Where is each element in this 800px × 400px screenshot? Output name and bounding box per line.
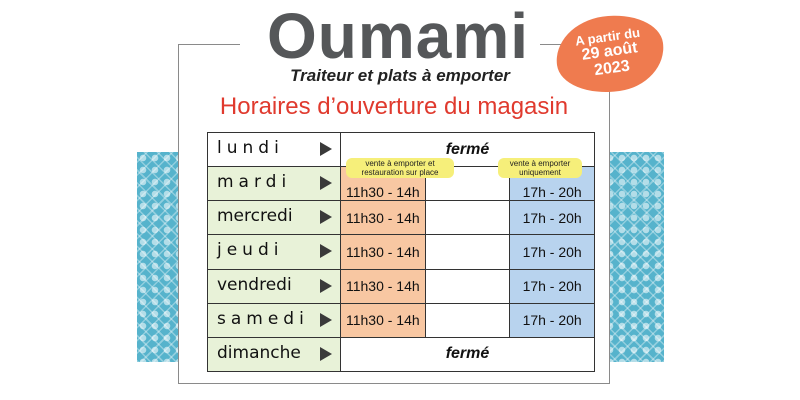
closed-cell: fermé (340, 336, 595, 373)
day-cell: mardi (207, 166, 341, 202)
brand-tagline: Traiteur et plats à emporter (290, 66, 510, 85)
day-cell: lundi (207, 131, 341, 168)
noon-service-note: vente à emporter et restauration sur pla… (346, 158, 454, 178)
evening-hours-cell: 17h - 20h (509, 302, 595, 338)
spacer-cell (424, 268, 511, 304)
evening-hours-cell: 17h - 20h (509, 200, 595, 236)
spacer-cell (424, 200, 511, 236)
table-row: jeudi 11h30 - 14h 17h - 20h (207, 234, 595, 270)
day-cell: mercredi (207, 200, 341, 236)
day-label: jeudi (217, 240, 284, 261)
noon-hours-cell: 11h30 - 14h (340, 234, 426, 270)
evening-hours-cell: 17h - 20h (509, 268, 595, 304)
day-label: lundi (217, 138, 284, 158)
day-cell: vendredi (207, 268, 341, 304)
play-triangle-icon (320, 244, 332, 259)
day-label: mercredi (217, 206, 293, 227)
play-triangle-icon (320, 312, 332, 327)
spacer-cell (424, 302, 511, 338)
evening-service-note: vente à emporter uniquement (498, 158, 582, 178)
noon-hours-cell: 11h30 - 14h (340, 302, 426, 338)
day-cell: samedi (207, 302, 341, 338)
play-triangle-icon (320, 346, 332, 361)
decorative-pattern-right (604, 152, 664, 362)
opening-hours-heading: Horaires d’ouverture du magasin (219, 93, 569, 120)
day-cell: dimanche (207, 336, 341, 373)
table-row: samedi 11h30 - 14h 17h - 20h (207, 302, 595, 338)
table-row: vendredi 11h30 - 14h 17h - 20h (207, 268, 595, 304)
day-label: mardi (217, 172, 292, 193)
evening-hours-cell: 17h - 20h (509, 234, 595, 270)
brand-title: Oumami (266, 0, 530, 72)
noon-hours-cell: 11h30 - 14h (340, 200, 426, 236)
play-triangle-icon (320, 176, 332, 191)
day-cell: jeudi (207, 234, 341, 270)
table-row: dimanche fermé (207, 336, 595, 373)
noon-hours-cell: 11h30 - 14h (340, 268, 426, 304)
day-label: samedi (217, 308, 309, 329)
day-label: dimanche (217, 342, 301, 363)
play-triangle-icon (320, 142, 332, 156)
table-row: mercredi 11h30 - 14h 17h - 20h (207, 200, 595, 236)
spacer-cell (424, 234, 511, 270)
play-triangle-icon (320, 210, 332, 225)
play-triangle-icon (320, 278, 332, 293)
day-label: vendredi (217, 274, 292, 295)
